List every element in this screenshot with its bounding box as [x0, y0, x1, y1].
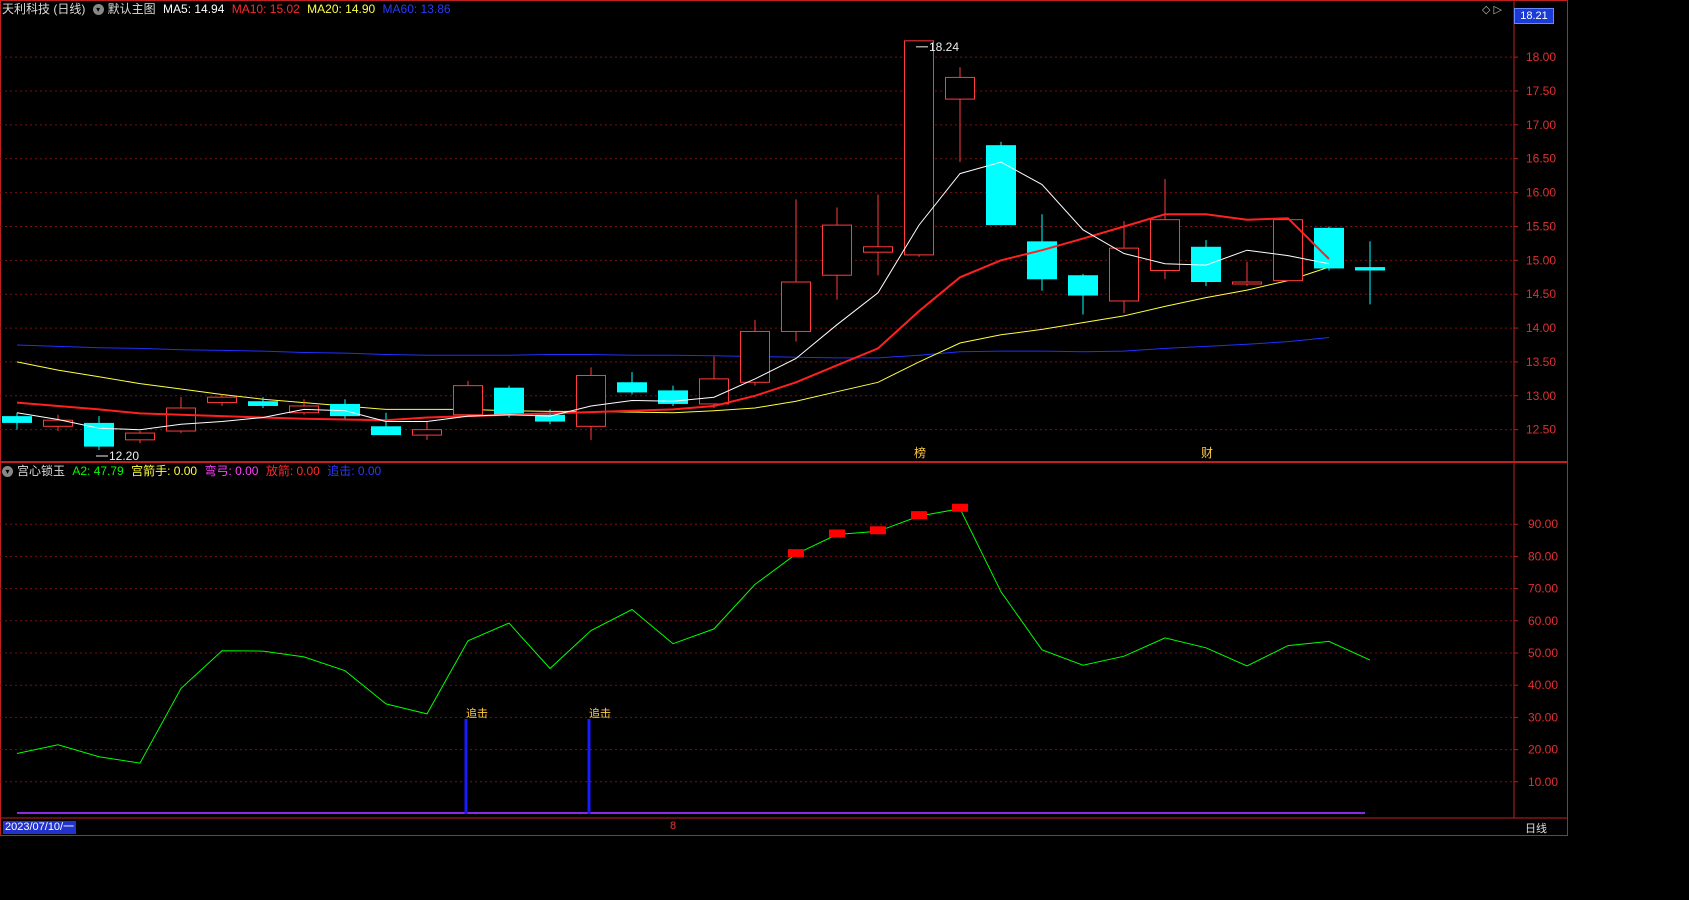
indicator-name[interactable]: 宫心锁玉 — [17, 464, 65, 478]
a2-line — [16, 508, 1371, 764]
candle-body-down — [986, 145, 1016, 226]
zhuiji-label: 追击 — [589, 706, 611, 720]
price-tick-label: 16.00 — [1526, 186, 1556, 200]
candle-body-down — [2, 416, 32, 423]
candle-body-down — [494, 387, 524, 415]
event-marker: 财 — [1201, 446, 1213, 460]
chevron-down-icon[interactable]: ▾ — [2, 466, 13, 478]
period-label[interactable]: 日线 — [1525, 820, 1547, 836]
indicator-tick-label: 50.00 — [1528, 646, 1558, 660]
candle-body-up — [822, 224, 852, 276]
price-tick-label: 17.50 — [1526, 84, 1556, 98]
candle-body-up — [781, 281, 811, 332]
price-tick-label: 16.50 — [1526, 152, 1556, 166]
date-cursor-label: 2023/07/10/一 — [3, 821, 77, 834]
indicator-tick-label: 80.00 — [1528, 549, 1558, 563]
candle-body-down — [617, 382, 647, 393]
candle-body-up — [945, 76, 975, 100]
candle-body-down — [658, 390, 688, 404]
collapse-icon[interactable]: ▷ — [1494, 4, 1502, 16]
price-tick-label: 12.50 — [1526, 423, 1556, 437]
candle-body-up — [576, 374, 606, 427]
indicator-header: ▾ 宫心锁玉 A2: 47.79 宫箭手: 0.00 弯弓: 0.00 放箭: 0… — [2, 463, 385, 479]
signal-block — [911, 511, 927, 520]
gongjianshou-value: 宫箭手: 0.00 — [131, 464, 198, 478]
price-tick-label: 13.50 — [1526, 355, 1556, 369]
candle-body-down — [1355, 267, 1385, 271]
ma60-line — [16, 337, 1330, 359]
candle-body-up — [740, 330, 770, 383]
event-marker: 榜 — [914, 445, 926, 460]
candle-body-up — [125, 432, 155, 441]
candle-body-up — [412, 429, 442, 436]
stock-title[interactable]: 天利科技 (日线) — [2, 2, 85, 16]
zhuiji-label: 追击 — [466, 706, 488, 720]
candle-body-down — [371, 426, 401, 436]
indicator-tick-label: 60.00 — [1528, 614, 1558, 628]
candle-body-down — [248, 401, 278, 406]
current-price-tag: 18.21 — [1514, 8, 1554, 24]
signal-block — [952, 503, 968, 512]
ma10-value: MA10: 15.02 — [231, 2, 300, 16]
candle-body-down — [1068, 275, 1098, 296]
price-tick-label: 17.00 — [1526, 118, 1556, 132]
a2-value: A2: 47.79 — [72, 464, 124, 478]
fangjian-value: 放箭: 0.00 — [265, 464, 320, 478]
candle-body-up — [43, 419, 73, 427]
indicator-tick-label: 20.00 — [1528, 743, 1558, 757]
candle-body-up — [453, 385, 483, 416]
indicator-tick-label: 30.00 — [1528, 710, 1558, 724]
candle-body-up — [1232, 281, 1262, 285]
candle-body-up — [207, 396, 237, 404]
candle-body-up — [166, 407, 196, 432]
candle-body-up — [904, 40, 934, 256]
low-price-label: 12.20 — [109, 449, 139, 463]
price-tick-label: 15.00 — [1526, 253, 1556, 267]
diamond-icon[interactable]: ◇ — [1482, 4, 1490, 16]
main-chart-header: 天利科技 (日线) ▾ 默认主图 MA5: 14.94 MA10: 15.02 M… — [2, 1, 455, 17]
chevron-down-icon[interactable]: ▾ — [92, 4, 104, 16]
main-chart-label[interactable]: 默认主图 — [108, 2, 156, 16]
zhuiji-value: 追击: 0.00 — [327, 464, 382, 478]
price-tick-label: 14.00 — [1526, 321, 1556, 335]
ma5-value: MA5: 14.94 — [163, 2, 225, 16]
price-tick-label: 18.00 — [1526, 50, 1556, 64]
candle-body-up — [699, 378, 729, 405]
signal-block — [870, 526, 886, 535]
indicator-tick-label: 10.00 — [1528, 775, 1558, 789]
outer-border — [0, 0, 1568, 836]
indicator-tick-label: 40.00 — [1528, 678, 1558, 692]
candle-body-up — [863, 246, 893, 253]
price-tick-label: 14.50 — [1526, 287, 1556, 301]
indicator-tick-label: 90.00 — [1528, 517, 1558, 531]
candle-body-up — [1150, 219, 1180, 271]
wanggong-value: 弯弓: 0.00 — [204, 464, 259, 478]
price-tick-label: 13.00 — [1526, 389, 1556, 403]
indicator-tick-label: 70.00 — [1528, 582, 1558, 596]
signal-block — [829, 529, 845, 538]
high-price-label: 18.24 — [929, 40, 959, 54]
window-controls[interactable]: ◇ ▷ — [1482, 3, 1502, 16]
chart-canvas[interactable]: 18.00 17.50 17.00 16.50 16.00 15.50 15.00 14.50… — [0, 0, 1568, 836]
signal-block — [788, 549, 804, 558]
ma60-value: MA60: 13.86 — [382, 2, 451, 16]
month-marker: 8 — [670, 820, 677, 832]
price-tick-label: 15.50 — [1526, 219, 1556, 233]
ma20-value: MA20: 14.90 — [307, 2, 376, 16]
